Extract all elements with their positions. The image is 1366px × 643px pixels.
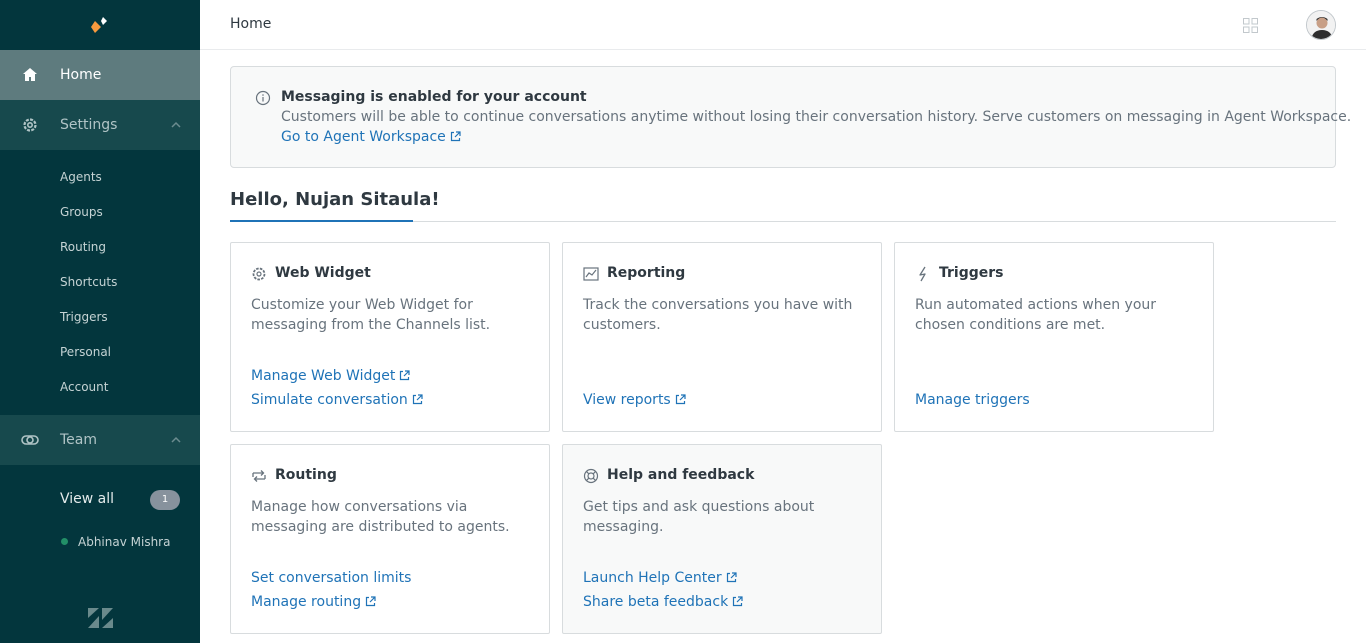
zendesk-logo-icon[interactable] xyxy=(88,608,113,628)
external-link-icon xyxy=(675,394,686,405)
sidebar-item-personal[interactable]: Personal xyxy=(60,345,111,359)
notice-body: Customers will be able to continue conve… xyxy=(281,109,1352,125)
card-triggers: Triggers Run automated actions when your… xyxy=(894,242,1214,432)
external-link-icon xyxy=(365,596,376,607)
agent-workspace-link[interactable]: Go to Agent Workspace xyxy=(281,129,461,145)
sidebar-item-agents[interactable]: Agents xyxy=(60,170,102,184)
external-link-icon xyxy=(450,131,461,142)
chevron-up-icon xyxy=(171,436,181,443)
link-label: View reports xyxy=(583,392,671,408)
sidebar-item-label: Home xyxy=(60,67,102,83)
link-label: Simulate conversation xyxy=(251,392,408,408)
external-link-icon xyxy=(733,596,743,607)
external-link-icon xyxy=(400,370,410,381)
sidebar-item-triggers[interactable]: Triggers xyxy=(60,310,108,324)
sidebar-item-routing[interactable]: Routing xyxy=(60,240,106,254)
gear-icon xyxy=(23,118,37,132)
notice-title: Messaging is enabled for your account xyxy=(281,89,587,105)
link-label: Go to Agent Workspace xyxy=(281,129,446,145)
manage-triggers-link[interactable]: Manage triggers xyxy=(915,392,1030,408)
greeting-underline xyxy=(230,220,413,222)
team-count-badge: 1 xyxy=(150,490,180,510)
sidebar-section-settings[interactable]: Settings xyxy=(0,100,200,150)
link-label: Manage Web Widget xyxy=(251,368,396,384)
share-beta-feedback-link[interactable]: Share beta feedback xyxy=(583,594,743,610)
sidebar: Home Settings Agents Groups Routing Shor… xyxy=(0,0,200,643)
card-reporting: Reporting Track the conversations you ha… xyxy=(562,242,882,432)
greeting-heading: Hello, Nujan Sitaula! xyxy=(230,189,440,210)
gear-icon xyxy=(252,267,266,281)
product-tray-icon[interactable] xyxy=(1243,18,1258,33)
sidebar-item-groups[interactable]: Groups xyxy=(60,205,103,219)
lifebuoy-icon xyxy=(583,468,599,484)
chart-icon xyxy=(583,267,599,281)
link-label: Launch Help Center xyxy=(583,570,722,586)
sidebar-item-shortcuts[interactable]: Shortcuts xyxy=(60,275,117,289)
card-description: Customize your Web Widget for messaging … xyxy=(251,297,491,333)
messaging-notice: Messaging is enabled for your account Cu… xyxy=(230,66,1351,168)
manage-routing-link[interactable]: Manage routing xyxy=(251,594,376,610)
view-reports-link[interactable]: View reports xyxy=(583,392,686,408)
page-title: Home xyxy=(230,16,272,32)
info-icon xyxy=(255,90,271,106)
card-title: Routing xyxy=(275,467,337,483)
card-description: Manage how conversations via messaging a… xyxy=(251,499,510,535)
lightning-icon xyxy=(919,266,926,282)
card-title: Help and feedback xyxy=(607,467,755,483)
card-description: Run automated actions when your chosen c… xyxy=(915,297,1157,333)
home-icon xyxy=(23,68,37,81)
team-member-item[interactable]: Abhinav Mishra xyxy=(78,535,170,549)
set-conversation-limits-link[interactable]: Set conversation limits xyxy=(251,570,411,586)
online-status-dot xyxy=(61,538,68,545)
external-link-icon xyxy=(412,394,423,405)
sidebar-section-label: Settings xyxy=(60,117,118,133)
chat-logo-icon xyxy=(91,17,107,33)
card-description: Get tips and ask questions about messagi… xyxy=(583,499,815,535)
external-link-icon xyxy=(726,572,737,583)
manage-web-widget-link[interactable]: Manage Web Widget xyxy=(251,368,410,384)
product-logo[interactable] xyxy=(0,0,200,50)
simulate-conversation-link[interactable]: Simulate conversation xyxy=(251,392,423,408)
sidebar-item-account[interactable]: Account xyxy=(60,380,108,394)
sidebar-section-team[interactable]: Team xyxy=(0,415,200,465)
sidebar-item-view-all[interactable]: View all xyxy=(60,491,114,507)
user-avatar[interactable] xyxy=(1306,10,1336,40)
card-routing: Routing Manage how conversations via mes… xyxy=(230,444,550,634)
routing-icon xyxy=(252,470,266,482)
card-web-widget: Web Widget Customize your Web Widget for… xyxy=(230,242,550,432)
sidebar-item-home[interactable]: Home xyxy=(0,50,200,100)
link-label: Share beta feedback xyxy=(583,594,729,610)
card-description: Track the conversations you have with cu… xyxy=(583,297,853,333)
card-help-feedback: Help and feedback Get tips and ask quest… xyxy=(562,444,882,634)
top-header: Home xyxy=(200,0,1366,50)
card-title: Reporting xyxy=(607,265,686,281)
user-avatar-icon xyxy=(1307,11,1335,39)
launch-help-center-link[interactable]: Launch Help Center xyxy=(583,570,737,586)
link-label: Manage routing xyxy=(251,594,362,610)
card-title: Web Widget xyxy=(275,265,371,281)
sidebar-section-label: Team xyxy=(60,432,98,448)
card-title: Triggers xyxy=(939,265,1004,281)
chevron-up-icon xyxy=(171,121,181,128)
team-icon xyxy=(21,435,39,445)
